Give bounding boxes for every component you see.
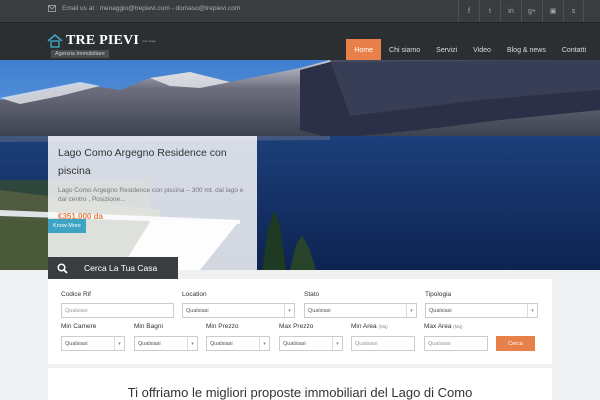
nav-chi-siamo[interactable]: Chi siamo — [381, 39, 428, 61]
min-prezzo-select[interactable]: Qualsiasi ▾ — [206, 336, 270, 351]
tipologia-select[interactable]: Qualsiasi ▾ — [425, 303, 538, 318]
search-tab-label: Cerca La Tua Casa — [84, 263, 158, 273]
chevron-down-icon: ▾ — [332, 337, 342, 350]
house-logo-icon — [47, 34, 63, 48]
chevron-down-icon: ▾ — [406, 304, 416, 317]
youtube-icon[interactable]: ▣ — [542, 0, 563, 22]
search-tab: Cerca La Tua Casa — [48, 257, 178, 279]
site-header: TRE PIEVI real estate Agenzia Immobiliar… — [0, 22, 600, 61]
nav-home[interactable]: Home — [346, 39, 382, 61]
agency-tagline: Agenzia Immobiliare — [51, 50, 109, 58]
logo-small-text: real estate — [141, 39, 156, 43]
min-area-label: Min Area (Mq) — [351, 323, 388, 330]
max-area-label-text: Max Area — [424, 323, 452, 330]
logo[interactable]: TRE PIEVI real estate — [47, 31, 156, 51]
know-more-button[interactable]: Know More — [48, 219, 86, 233]
tipologia-value: Qualsiasi — [429, 307, 452, 314]
min-bagni-label: Min Bagni — [134, 323, 163, 330]
min-camere-value: Qualsiasi — [65, 340, 88, 347]
max-area-input[interactable]: Qualsiasi — [424, 336, 488, 351]
property-excerpt: Lago Como Argegno Residence con piscina … — [58, 187, 244, 203]
search-icon — [48, 257, 76, 279]
codice-label: Codice Rif — [61, 291, 91, 298]
skype-icon[interactable]: s — [563, 0, 584, 22]
stato-value: Qualsiasi — [308, 307, 331, 314]
chevron-down-icon: ▾ — [114, 337, 124, 350]
min-camere-label: Min Camere — [61, 323, 97, 330]
search-form — [48, 279, 552, 364]
logo-name: TRE PIEVI — [66, 33, 139, 48]
property-price: €351,000 da — [58, 212, 103, 221]
max-prezzo-label: Max Prezzo — [279, 323, 314, 330]
main-nav: Home Chi siamo Servizi Video Blog & news… — [346, 39, 594, 61]
location-label: Location — [182, 291, 207, 298]
codice-input[interactable]: Qualsiasi — [61, 303, 174, 318]
chevron-down-icon: ▾ — [527, 304, 537, 317]
intro-section: Ti offriamo le migliori proposte immobil… — [48, 368, 552, 400]
min-area-placeholder: Qualsiasi — [355, 340, 378, 347]
stato-label: Stato — [304, 291, 320, 298]
google-plus-icon[interactable]: g+ — [521, 0, 542, 22]
featured-property-card: Lago Como Argegno Residence con piscina … — [48, 136, 257, 270]
location-select[interactable]: Qualsiasi ▾ — [182, 303, 295, 318]
linkedin-icon[interactable]: in — [500, 0, 521, 22]
min-prezzo-value: Qualsiasi — [210, 340, 233, 347]
chevron-down-icon: ▾ — [187, 337, 197, 350]
max-area-label: Max Area (Mq) — [424, 323, 463, 330]
min-area-label-text: Min Area — [351, 323, 377, 330]
facebook-icon[interactable]: f — [458, 0, 479, 22]
chevron-down-icon: ▾ — [284, 304, 294, 317]
email-info: Email us at : menaggio@trepievi.com - do… — [48, 5, 240, 12]
max-area-unit: (Mq) — [453, 324, 463, 329]
hero-slider: Lago Como Argegno Residence con piscina … — [0, 60, 600, 270]
max-prezzo-value: Qualsiasi — [283, 340, 306, 347]
intro-heading: Ti offriamo le migliori proposte immobil… — [127, 385, 473, 400]
top-bar: Email us at : menaggio@trepievi.com - do… — [0, 0, 600, 22]
property-title[interactable]: Lago Como Argegno Residence con piscina — [58, 144, 250, 180]
email-text: Email us at : menaggio@trepievi.com - do… — [62, 5, 241, 12]
chevron-down-icon: ▾ — [259, 337, 269, 350]
min-bagni-select[interactable]: Qualsiasi ▾ — [134, 336, 198, 351]
min-area-input[interactable]: Qualsiasi — [351, 336, 415, 351]
search-submit-button[interactable]: Cerca — [496, 336, 535, 351]
location-value: Qualsiasi — [186, 307, 209, 314]
min-prezzo-label: Min Prezzo — [206, 323, 239, 330]
max-prezzo-select[interactable]: Qualsiasi ▾ — [279, 336, 343, 351]
min-bagni-value: Qualsiasi — [138, 340, 161, 347]
codice-placeholder: Qualsiasi — [65, 307, 88, 314]
max-area-placeholder: Qualsiasi — [428, 340, 451, 347]
nav-blog-news[interactable]: Blog & news — [499, 39, 554, 61]
envelope-icon — [48, 5, 56, 12]
tipologia-label: Tipologia — [425, 291, 452, 298]
nav-servizi[interactable]: Servizi — [428, 39, 465, 61]
nav-contatti[interactable]: Contatti — [554, 39, 594, 61]
min-camere-select[interactable]: Qualsiasi ▾ — [61, 336, 125, 351]
twitter-icon[interactable]: t — [479, 0, 500, 22]
min-area-unit: (Mq) — [378, 324, 388, 329]
stato-select[interactable]: Qualsiasi ▾ — [304, 303, 417, 318]
nav-video[interactable]: Video — [465, 39, 499, 61]
social-links: f t in g+ ▣ s — [458, 0, 584, 22]
